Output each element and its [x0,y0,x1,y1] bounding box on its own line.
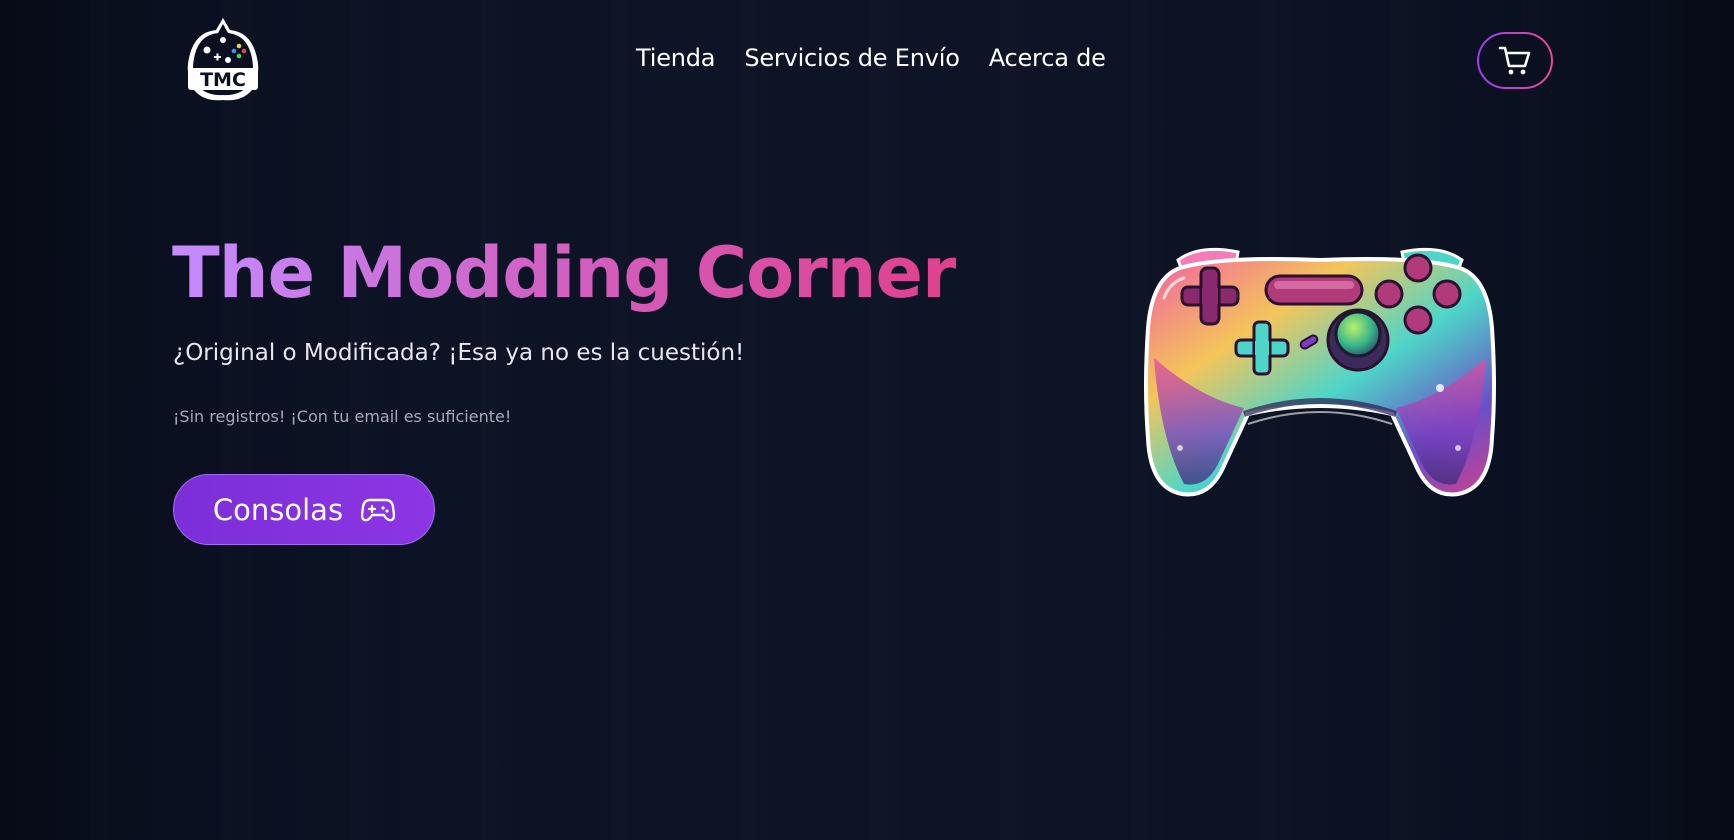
site-logo[interactable]: TMC [184,16,262,102]
svg-text:TMC: TMC [200,69,246,91]
cart-icon [1498,46,1531,74]
gamepad-illustration [1140,238,1500,508]
hero-note: ¡Sin registros! ¡Con tu email es suficie… [173,407,512,426]
colorful-gamepad-icon [1144,247,1496,497]
site-header: TMC Tienda Servicios de Envío Acerca de [0,0,1734,120]
nav-servicios-de-envio[interactable]: Servicios de Envío [744,44,960,72]
consolas-button[interactable]: Consolas [173,474,435,545]
hero-subtitle: ¿Original o Modificada? ¡Esa ya no es la… [173,340,745,366]
hero-title: The Modding Corner [172,232,957,314]
cart-button[interactable] [1477,32,1553,89]
nav-tienda[interactable]: Tienda [636,44,716,72]
nav-acerca-de[interactable]: Acerca de [989,44,1106,72]
main-nav: Tienda Servicios de Envío Acerca de [636,44,1106,72]
consolas-button-label: Consolas [212,492,344,527]
tmc-logo-icon: TMC [187,18,259,101]
gamepad-icon [361,498,396,521]
